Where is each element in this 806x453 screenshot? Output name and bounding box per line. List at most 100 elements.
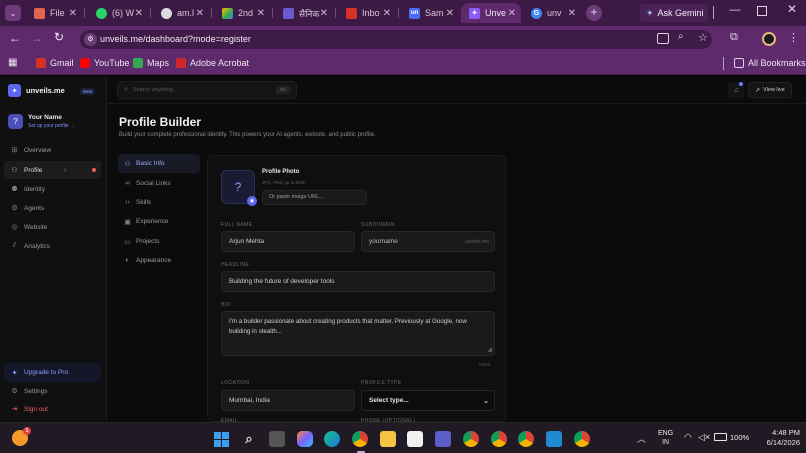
camera-icon[interactable]: ◉ <box>247 196 257 206</box>
chrome-icon[interactable] <box>352 431 368 447</box>
weather-widget[interactable]: 1 <box>12 427 31 446</box>
close-icon[interactable]: ✕ <box>320 8 328 19</box>
profile-avatar[interactable] <box>762 32 776 46</box>
close-window-button[interactable]: ✕ <box>785 2 799 18</box>
headline-field[interactable]: Building the future of developer tools <box>221 271 495 292</box>
close-icon[interactable]: ✕ <box>257 8 265 19</box>
section-basic-info[interactable]: ⚇ Basic Info <box>118 154 200 173</box>
bookmark-gmail[interactable]: Gmail <box>36 58 74 68</box>
browser-tab[interactable]: un Sam ✕ <box>401 3 459 23</box>
address-bar[interactable]: ⚙ unveils.me/dashboard?mode=register ⌕ ☆ <box>80 30 712 49</box>
close-icon[interactable]: ✕ <box>383 8 391 19</box>
reload-icon[interactable]: ↻ <box>54 30 64 44</box>
vscode-icon[interactable] <box>546 431 562 447</box>
sign-out-button[interactable]: ⇥ Sign out <box>4 400 101 418</box>
ask-gemini-button[interactable]: ✦ Ask Gemini <box>640 4 708 22</box>
language-indicator[interactable]: ENG IN <box>658 429 673 447</box>
maximize-button[interactable] <box>757 6 767 16</box>
copilot-icon[interactable] <box>297 431 313 447</box>
browser-tab[interactable]: G unv ✕ <box>523 3 581 23</box>
close-icon[interactable]: ✕ <box>196 8 204 19</box>
acrobat-icon <box>176 58 186 68</box>
section-appearance[interactable]: ◐ Appearance <box>118 251 200 270</box>
volume-muted-icon[interactable]: ◁× <box>698 432 710 443</box>
extensions-icon[interactable]: ⧉ <box>730 31 738 44</box>
all-bookmarks[interactable]: All Bookmarks <box>734 58 806 68</box>
full-name-field[interactable]: Arjun Mehta <box>221 231 355 252</box>
chrome-profile-icon[interactable] <box>574 431 590 447</box>
close-icon[interactable]: ✕ <box>568 8 576 19</box>
user-icon: ⚇ <box>11 167 18 174</box>
sidebar-item-settings[interactable]: ⚙ Settings <box>4 382 101 400</box>
start-icon[interactable] <box>213 431 229 447</box>
sidebar-item-overview[interactable]: ⊞ Overview <box>4 141 101 159</box>
bookmarks-bar: ▦ Gmail YouTube Maps Adobe Acrobat All B… <box>0 53 806 75</box>
profile-type-select[interactable]: Select type... ⌄ <box>361 390 495 411</box>
wifi-icon[interactable]: ◠ <box>684 432 692 443</box>
close-icon[interactable]: ✕ <box>508 8 516 19</box>
notifications-button[interactable]: ♫ <box>728 82 744 98</box>
file-explorer-icon[interactable] <box>380 431 396 447</box>
sidebar-item-website[interactable]: ◎ Website <box>4 218 101 236</box>
store-icon[interactable] <box>407 431 423 447</box>
minimize-button[interactable]: — <box>728 4 742 20</box>
search-input[interactable]: ⌕ Search anything... ⌘K <box>117 81 297 99</box>
section-projects[interactable]: ▭ Projects <box>118 232 200 251</box>
cast-icon[interactable] <box>657 33 669 44</box>
close-icon[interactable]: ✕ <box>446 8 454 19</box>
taskbar: 1 ⌕ ︿ ENG IN ◠ ◁× 100% 4:48 PM 6/14/2026 <box>0 422 806 453</box>
browser-tab[interactable]: File ✕ <box>26 3 82 23</box>
plus-icon: + <box>590 5 598 19</box>
browser-tab[interactable]: सैनिक ✕ <box>275 3 333 23</box>
bookmark-star-icon[interactable]: ☆ <box>698 31 708 44</box>
sidebar-item-profile[interactable]: ⚇ Profile › <box>4 161 101 179</box>
browser-tab[interactable]: am.l ✕ <box>153 3 209 23</box>
setup-profile-link[interactable]: Set up your profile → <box>28 123 75 129</box>
search-icon[interactable]: ⌕ <box>241 431 257 447</box>
new-tab-button[interactable]: + <box>586 5 602 21</box>
site-info-icon[interactable]: ⚙ <box>84 33 97 46</box>
chevron-up-icon[interactable]: ︿ <box>637 432 646 445</box>
bio-label: BIO <box>221 302 231 308</box>
sidebar-item-agents[interactable]: ⚙ Agents <box>4 199 101 217</box>
resize-handle-icon[interactable]: ◢ <box>487 345 492 355</box>
clock[interactable]: 4:48 PM 6/14/2026 <box>756 428 800 448</box>
sidebar-item-identity[interactable]: ⚉ Identity <box>4 180 101 198</box>
section-social-links[interactable]: ∞ Social Links <box>118 174 200 193</box>
user-card[interactable]: ? Your Name Set up your profile → <box>4 106 101 136</box>
subdomain-field[interactable]: yourname .unveils.me <box>361 231 495 252</box>
chrome-profile-icon[interactable] <box>463 431 479 447</box>
section-experience[interactable]: ▣ Experience <box>118 212 200 231</box>
section-skills[interactable]: ‹› Skills <box>118 193 200 212</box>
battery-icon[interactable] <box>714 433 727 441</box>
browser-tab[interactable]: (6) W ✕ <box>88 3 148 23</box>
task-view-icon[interactable] <box>269 431 285 447</box>
tab-title: File <box>50 8 65 18</box>
back-arrow-icon[interactable]: ← <box>9 31 21 45</box>
close-icon[interactable]: ✕ <box>69 8 77 19</box>
bio-textarea[interactable]: I'm a builder passionate about creating … <box>221 311 495 356</box>
close-icon[interactable]: ✕ <box>135 8 143 19</box>
browser-tab[interactable]: Inbo ✕ <box>338 3 396 23</box>
forward-arrow-icon[interactable]: → <box>31 31 43 45</box>
bookmark-youtube[interactable]: YouTube <box>80 58 129 68</box>
browser-tab-active[interactable]: ✦ Unve ✕ <box>461 3 521 23</box>
location-field[interactable]: Mumbai, India <box>221 390 355 411</box>
photo-url-input[interactable]: Or paste image URL... <box>262 190 367 205</box>
upgrade-to-pro-button[interactable]: ✦ Upgrade to Pro <box>4 363 101 382</box>
tab-search-button[interactable]: ⌄ <box>5 5 21 21</box>
more-menu-icon[interactable]: ⋮ <box>788 31 799 44</box>
chrome-profile-icon[interactable] <box>491 431 507 447</box>
sidebar-item-analytics[interactable]: ⫽ Analytics <box>4 237 101 255</box>
zoom-icon[interactable]: ⌕ <box>678 31 684 42</box>
url-text[interactable]: unveils.me/dashboard?mode=register <box>100 34 251 44</box>
bookmark-adobe-acrobat[interactable]: Adobe Acrobat <box>176 58 249 68</box>
apps-grid-icon[interactable]: ▦ <box>8 57 17 68</box>
teams-icon[interactable] <box>435 431 451 447</box>
brand[interactable]: ✦ unveils.me <box>8 84 65 97</box>
edge-icon[interactable] <box>324 431 340 447</box>
chrome-profile-icon[interactable] <box>518 431 534 447</box>
bookmark-maps[interactable]: Maps <box>133 58 169 68</box>
view-live-button[interactable]: ↗ View live <box>748 82 792 98</box>
browser-tab[interactable]: 2nd ✕ <box>214 3 270 23</box>
